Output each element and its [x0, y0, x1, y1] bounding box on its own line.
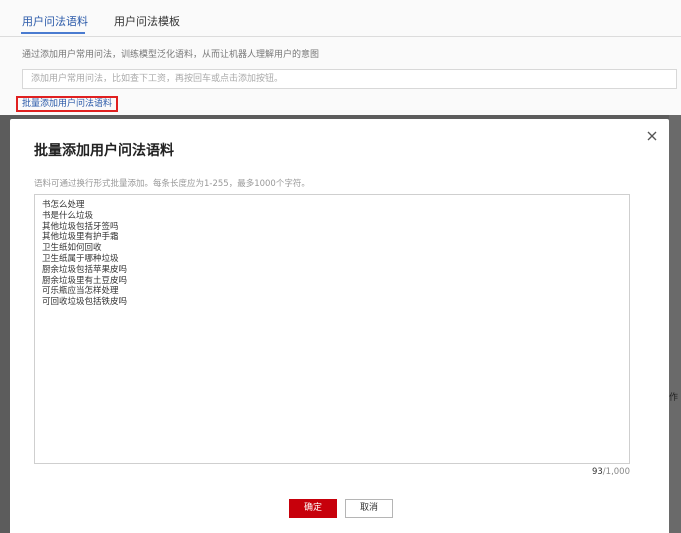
textarea-line: 书怎么处理 — [42, 200, 85, 210]
char-count-max: /1,000 — [602, 467, 630, 477]
page: 用户问法语料 用户问法模板 通过添加用户常用问法，训练模型泛化语料，从而让机器人… — [0, 0, 681, 533]
textarea-line: 其他垃圾里有护手霜 — [42, 232, 119, 243]
tab-bar: 用户问法语料 用户问法模板 — [0, 0, 681, 37]
textarea-line: 卫生纸属于哪种垃圾 — [42, 253, 119, 264]
active-tab-indicator — [21, 32, 85, 34]
textarea-line: 可回收垃圾包括铁皮吗 — [42, 297, 128, 308]
textarea-line: 可乐瓶应当怎样处理 — [42, 286, 119, 297]
tab-user-utterance-templates[interactable]: 用户问法模板 — [114, 13, 180, 29]
overlay-right-edge — [669, 115, 681, 533]
batch-add-link[interactable]: 批量添加用户问法语料 — [16, 96, 118, 112]
page-description: 通过添加用户常用问法，训练模型泛化语料，从而让机器人理解用户的意图 — [22, 50, 320, 60]
close-icon[interactable] — [644, 128, 660, 144]
char-count-current: 93 — [591, 467, 603, 477]
obscured-text: 作 — [669, 393, 679, 403]
cancel-button[interactable]: 取消 — [345, 499, 393, 518]
textarea-line: 厨余垃圾里有土豆皮吗 — [42, 275, 128, 286]
textarea-line: 书是什么垃圾 — [42, 210, 94, 221]
textarea-line: 厨余垃圾包括苹果皮吗 — [42, 264, 128, 275]
batch-add-dialog: 批量添加用户问法语料 语料可通过换行形式批量添加。每条长度应为1-255，最多1… — [10, 119, 669, 533]
utterance-input[interactable]: 添加用户常用问法，比如查下工资，再按回车或点击添加按钮。 — [22, 69, 677, 89]
char-counter: 93/1,000 — [592, 467, 630, 477]
tab-user-utterances[interactable]: 用户问法语料 — [22, 13, 88, 29]
textarea-line: 其他垃圾包括牙签吗 — [42, 221, 119, 232]
utterances-textarea[interactable]: 书怎么处理 书是什么垃圾 其他垃圾包括牙签吗 其他垃圾里有护手霜 卫生纸如何回收… — [34, 194, 630, 464]
textarea-line: 卫生纸如何回收 — [42, 243, 102, 254]
confirm-button[interactable]: 确定 — [289, 499, 337, 518]
dialog-hint: 语料可通过换行形式批量添加。每条长度应为1-255，最多1000个字符。 — [34, 179, 310, 189]
dialog-title: 批量添加用户问法语料 — [34, 143, 174, 159]
